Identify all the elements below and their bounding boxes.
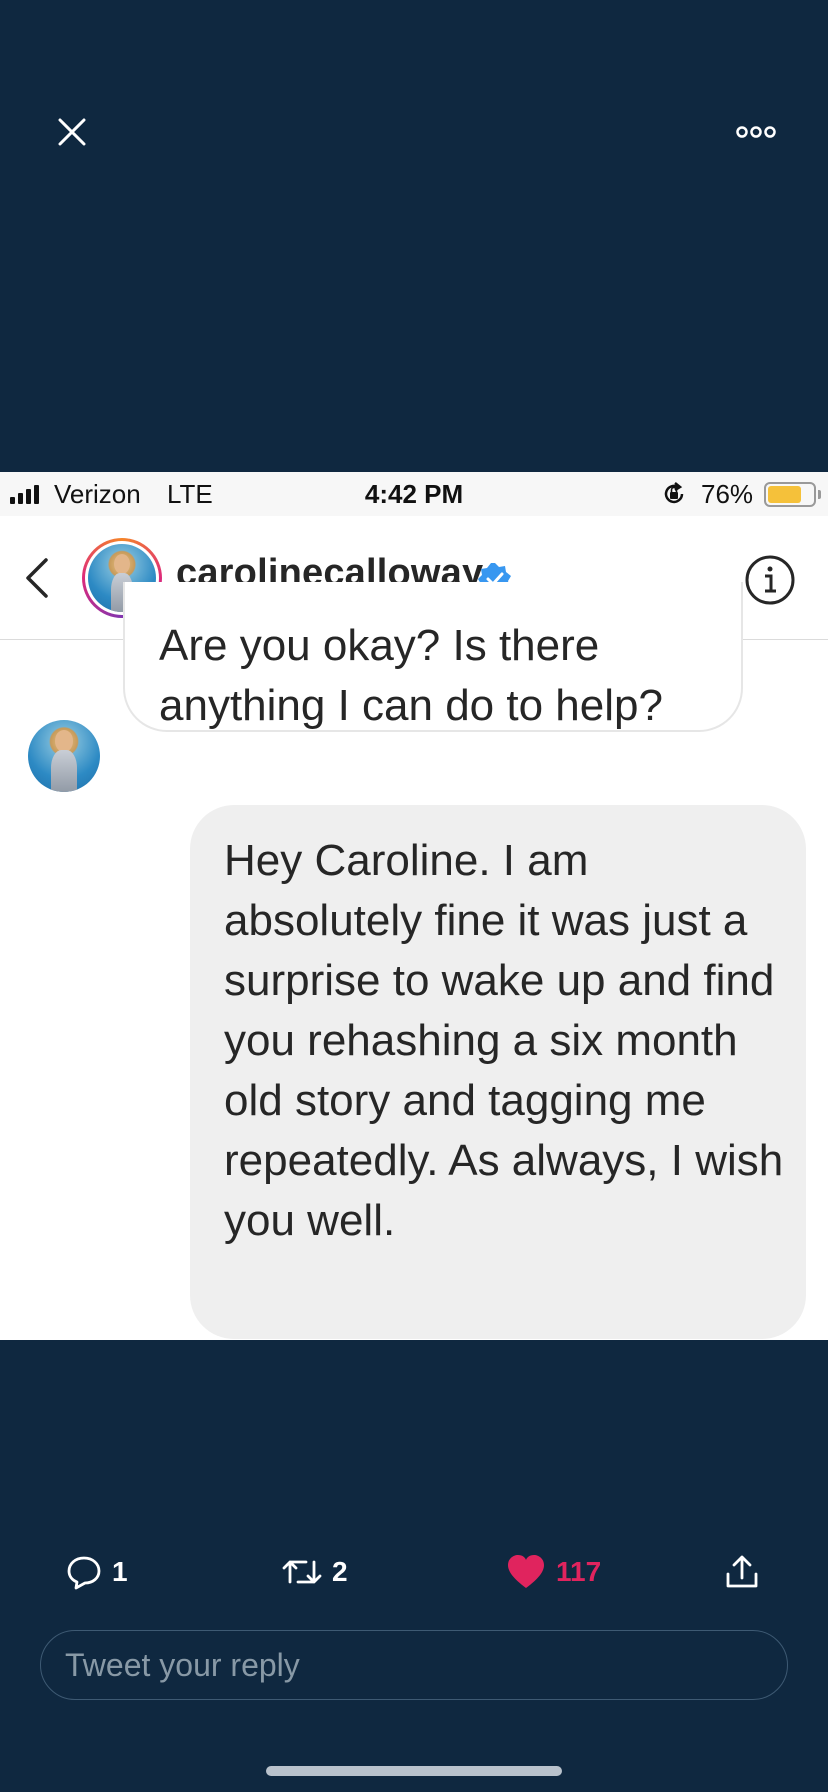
back-arrow-icon[interactable] (18, 552, 58, 604)
share-button[interactable] (724, 1548, 760, 1596)
reply-button[interactable]: 1 (66, 1548, 128, 1596)
close-button[interactable] (48, 108, 96, 156)
rotation-lock-icon (664, 482, 684, 504)
battery-icon (764, 482, 816, 507)
home-indicator[interactable] (266, 1766, 562, 1776)
retweet-button[interactable]: 2 (282, 1548, 348, 1596)
tweet-top-bar (0, 0, 828, 472)
more-dots-icon (736, 126, 776, 138)
heart-icon (508, 1555, 544, 1588)
close-icon (58, 118, 86, 146)
outgoing-message: Hey Caroline. I am absolutely fine it wa… (190, 805, 806, 1339)
status-bar: Verizon LTE 4:42 PM 76% (0, 472, 828, 516)
battery-percentage: 76% (701, 479, 754, 509)
info-icon[interactable] (744, 554, 796, 606)
share-icon (726, 1555, 758, 1588)
battery-cap (818, 490, 821, 499)
sender-avatar (28, 720, 100, 792)
tweet-reply-input[interactable]: Tweet your reply (40, 1630, 788, 1700)
incoming-message: Are you okay? Is there anything I can do… (123, 582, 743, 732)
tweet-action-bar: 1 2 117 (0, 1548, 828, 1596)
like-count: 117 (556, 1556, 602, 1587)
retweet-count: 2 (332, 1556, 348, 1587)
like-button[interactable]: 117 (506, 1548, 601, 1596)
tweet-media-image[interactable]: Verizon LTE 4:42 PM 76% carolinecalloway… (0, 472, 828, 1340)
reply-count: 1 (112, 1556, 128, 1587)
more-options-button[interactable] (728, 112, 784, 152)
retweet-icon (282, 1560, 322, 1584)
reply-bubble-icon (67, 1556, 101, 1590)
